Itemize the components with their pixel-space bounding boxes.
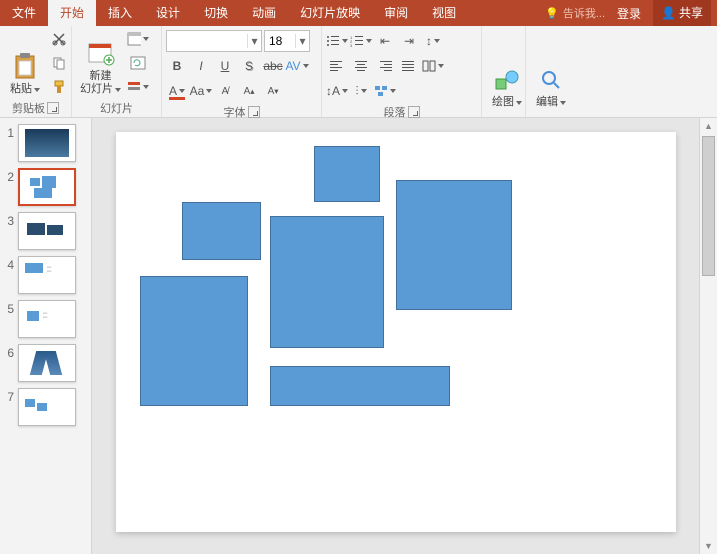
current-slide[interactable] (116, 132, 676, 532)
scroll-up-button[interactable]: ▲ (700, 118, 717, 134)
clipboard-icon (11, 53, 39, 81)
line-spacing-button[interactable]: ↕ (422, 30, 444, 52)
vertical-scrollbar[interactable]: ▲ ▼ (699, 118, 717, 554)
shape-rect[interactable] (140, 276, 248, 406)
text-direction-button[interactable]: ↕A (326, 80, 348, 102)
slide-editor[interactable] (92, 118, 699, 554)
tell-me[interactable]: 💡 告诉我... (545, 5, 605, 21)
new-slide-button[interactable]: 新建 幻灯片 (76, 28, 125, 98)
italic-button[interactable]: I (190, 55, 212, 77)
slide-thumb-1[interactable] (18, 124, 76, 162)
slides-group-label: 幻灯片 (100, 100, 133, 116)
shape-rect[interactable] (182, 202, 261, 260)
smartart-button[interactable] (374, 80, 396, 102)
layout-button[interactable] (127, 28, 149, 50)
tab-transitions[interactable]: 切换 (192, 0, 240, 26)
new-slide-icon (87, 40, 115, 68)
cut-button[interactable] (48, 28, 70, 50)
font-color-button[interactable]: A (166, 80, 188, 102)
login-button[interactable]: 登录 (609, 5, 649, 22)
align-center-button[interactable] (350, 55, 372, 77)
char-spacing-button[interactable]: AV (286, 55, 308, 77)
bulb-icon: 💡 (545, 7, 559, 20)
font-name-input[interactable] (167, 34, 247, 48)
slide-thumb-6[interactable] (18, 344, 76, 382)
reset-button[interactable] (127, 52, 149, 74)
slide-panel[interactable]: 1 2 3 4 ▪▪▪▪▪▪▪▪ 5 ▪▪▪▪▪▪▪▪ 6 7 (0, 118, 92, 554)
slide-thumb-4[interactable]: ▪▪▪▪▪▪▪▪ (18, 256, 76, 294)
clipboard-group-label: 剪贴板 (12, 100, 45, 116)
align-right-button[interactable] (374, 55, 396, 77)
copy-button[interactable] (48, 52, 70, 74)
shadow-button[interactable]: S (238, 55, 260, 77)
tab-design[interactable]: 设计 (144, 0, 192, 26)
share-icon: 👤 (661, 6, 676, 20)
numbering-button[interactable]: 123 (350, 30, 372, 52)
bold-button[interactable]: B (166, 55, 188, 77)
shape-rect[interactable] (314, 146, 380, 202)
tab-animations[interactable]: 动画 (240, 0, 288, 26)
columns-button[interactable] (422, 55, 444, 77)
indent-dec-button[interactable]: ⇤ (374, 30, 396, 52)
shapes-icon (493, 66, 521, 94)
underline-button[interactable]: U (214, 55, 236, 77)
indent-inc-button[interactable]: ⇥ (398, 30, 420, 52)
bullets-button[interactable] (326, 30, 348, 52)
font-name-select[interactable]: ▾ (166, 30, 262, 52)
align-left-button[interactable] (326, 55, 348, 77)
drawing-button[interactable]: 绘图 (486, 28, 528, 111)
font-size-select[interactable]: ▾ (264, 30, 310, 52)
editing-button[interactable]: 编辑 (530, 28, 572, 111)
slide-thumb-5[interactable]: ▪▪▪▪▪▪▪▪ (18, 300, 76, 338)
shrink-font-button[interactable]: A▾ (262, 80, 284, 102)
share-button[interactable]: 👤共享 (653, 0, 711, 26)
clear-format-button[interactable]: A̸ (214, 80, 236, 102)
slide-thumb-2[interactable] (18, 168, 76, 206)
shape-rect[interactable] (270, 216, 384, 348)
align-text-button[interactable]: ⫶ (350, 80, 372, 102)
slide-thumb-3[interactable] (18, 212, 76, 250)
tab-file[interactable]: 文件 (0, 0, 48, 26)
tab-view[interactable]: 视图 (420, 0, 468, 26)
find-icon (537, 66, 565, 94)
svg-text:3: 3 (350, 43, 353, 47)
tab-slideshow[interactable]: 幻灯片放映 (288, 0, 372, 26)
tab-review[interactable]: 审阅 (372, 0, 420, 26)
clipboard-dialog-launcher[interactable] (47, 102, 59, 114)
paragraph-dialog-launcher[interactable] (408, 106, 420, 118)
format-painter-button[interactable] (48, 76, 70, 98)
section-button[interactable] (127, 76, 149, 98)
slide-thumb-7[interactable] (18, 388, 76, 426)
scroll-thumb[interactable] (702, 136, 715, 276)
grow-font-button[interactable]: A▴ (238, 80, 260, 102)
shape-rect[interactable] (396, 180, 512, 310)
strike-button[interactable]: abc (262, 55, 284, 77)
paste-button[interactable]: 粘贴 (4, 28, 46, 98)
font-size-input[interactable] (265, 34, 295, 48)
tab-insert[interactable]: 插入 (96, 0, 144, 26)
font-dialog-launcher[interactable] (248, 106, 260, 118)
change-case-button[interactable]: Aa (190, 80, 212, 102)
scroll-down-button[interactable]: ▼ (700, 538, 717, 554)
tab-home[interactable]: 开始 (48, 0, 96, 26)
justify-button[interactable] (398, 55, 420, 77)
shape-rect[interactable] (270, 366, 450, 406)
